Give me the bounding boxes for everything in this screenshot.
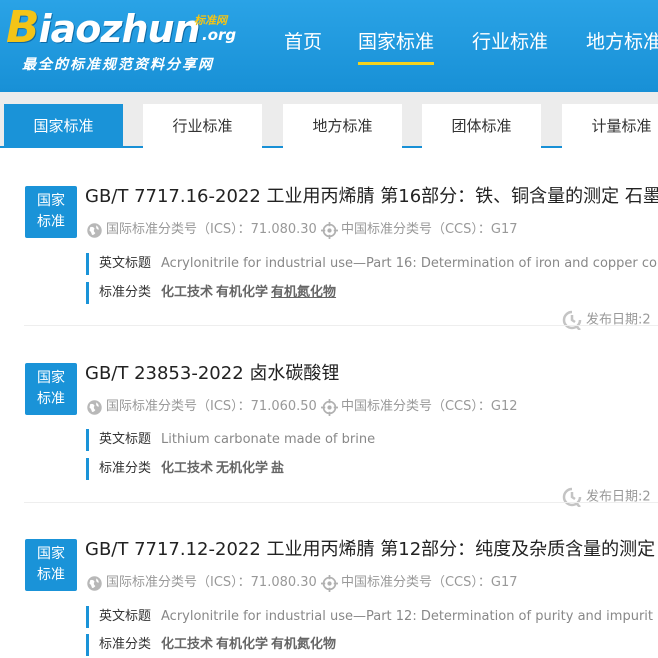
divider: [24, 325, 658, 326]
category-link[interactable]: 盐: [271, 461, 284, 476]
english-title-row: 英文标题 Acrylonitrile for industrial use—Par…: [86, 253, 657, 275]
english-title: Acrylonitrile for industrial use—Part 12…: [161, 609, 654, 624]
target-icon: [320, 398, 338, 416]
standard-title-link[interactable]: GB/T 23853-2022 卤水碳酸锂: [85, 361, 339, 387]
category-link[interactable]: 化工技术: [161, 285, 213, 300]
list-item: 国家 标准 GB/T 7717.16-2022 工业用丙烯腈 第16部分：铁、铜含…: [0, 150, 658, 330]
target-icon: [320, 221, 338, 239]
classification-meta: 国际标准分类号（ICS）：71.080.30 中国标准分类号（CCS）：G17: [86, 573, 518, 593]
english-title-row: 英文标题 Acrylonitrile for industrial use—Par…: [86, 606, 653, 628]
category-link[interactable]: 无机化学: [216, 461, 268, 476]
tab-group-standard[interactable]: 团体标准: [422, 104, 541, 148]
standard-type-badge: 国家 标准: [25, 539, 77, 591]
classification-meta: 国际标准分类号（ICS）：71.060.50 中国标准分类号（CCS）：G12: [86, 397, 518, 417]
logo-slogan: 最全的标准规范资料分享网: [22, 57, 214, 73]
globe-icon: [87, 575, 102, 591]
site-logo[interactable]: Biaozhun 标准网 .org 最全的标准规范资料分享网: [6, 6, 256, 86]
topnav-local-standard[interactable]: 地方标准: [586, 28, 658, 56]
standard-type-badge: 国家 标准: [25, 186, 77, 238]
standard-title-link[interactable]: GB/T 7717.12-2022 工业用丙烯腈 第12部分：纯度及杂质含量的测…: [85, 537, 655, 563]
standards-list: 国家 标准 GB/T 7717.16-2022 工业用丙烯腈 第16部分：铁、铜含…: [0, 150, 658, 658]
classification-meta: 国际标准分类号（ICS）：71.080.30 中国标准分类号（CCS）：G17: [86, 220, 518, 240]
topnav-national-standard[interactable]: 国家标准: [358, 28, 435, 65]
globe-icon: [87, 222, 102, 238]
tab-industry-standard[interactable]: 行业标准: [143, 104, 262, 148]
logo-org-text: .org: [202, 26, 237, 44]
category-tabbar: 国家标准 行业标准 地方标准 团体标准 计量标准: [0, 92, 658, 148]
category-link[interactable]: 有机化学: [216, 637, 268, 652]
standard-type-badge: 国家 标准: [25, 363, 77, 415]
category-link[interactable]: 有机氮化物: [271, 637, 336, 652]
tab-national-standard[interactable]: 国家标准: [4, 104, 123, 148]
category-row: 标准分类 化工技术 有机化学 有机氮化物: [86, 282, 339, 304]
tab-metrology-standard[interactable]: 计量标准: [562, 104, 658, 148]
category-link[interactable]: 有机氮化物: [271, 285, 336, 300]
target-icon: [320, 574, 338, 592]
site-header: Biaozhun 标准网 .org 最全的标准规范资料分享网 首页 国家标准 行…: [0, 0, 658, 92]
category-link[interactable]: 化工技术: [161, 637, 213, 652]
standard-title-link[interactable]: GB/T 7717.16-2022 工业用丙烯腈 第16部分：铁、铜含量的测定 …: [85, 184, 658, 210]
english-title: Lithium carbonate made of brine: [161, 432, 376, 447]
list-item: 国家 标准 GB/T 7717.12-2022 工业用丙烯腈 第12部分：纯度及杂…: [0, 503, 658, 658]
english-title-row: 英文标题 Lithium carbonate made of brine: [86, 429, 375, 451]
category-link[interactable]: 有机化学: [216, 285, 268, 300]
category-row: 标准分类 化工技术 有机化学 有机氮化物: [86, 634, 339, 656]
list-item: 国家 标准 GB/T 23853-2022 卤水碳酸锂 国际标准分类号（ICS）：…: [0, 327, 658, 507]
globe-icon: [87, 399, 102, 415]
tab-local-standard[interactable]: 地方标准: [283, 104, 402, 148]
logo-wordmark: Biaozhun: [6, 2, 201, 53]
category-link[interactable]: 化工技术: [161, 461, 213, 476]
topnav-industry-standard[interactable]: 行业标准: [472, 28, 548, 56]
topnav-home[interactable]: 首页: [284, 28, 322, 56]
category-row: 标准分类 化工技术 无机化学盐: [86, 458, 287, 480]
english-title: Acrylonitrile for industrial use—Part 16…: [161, 256, 657, 271]
